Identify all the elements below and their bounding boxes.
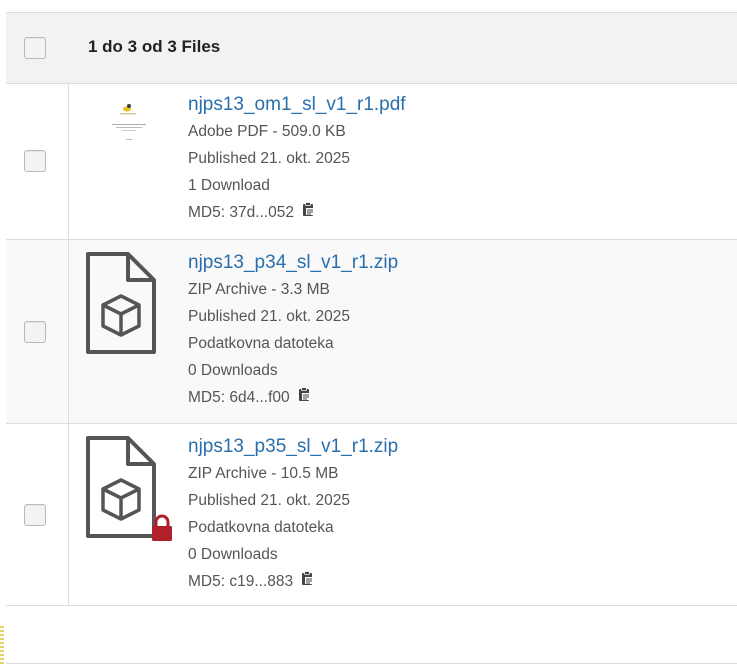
file-info: njps13_p34_sl_v1_r1.zip ZIP Archive - 3.… xyxy=(188,250,398,411)
file-info: njps13_p35_sl_v1_r1.zip ZIP Archive - 10… xyxy=(188,434,398,595)
file-published: Published 21. okt. 2025 xyxy=(188,150,351,167)
files-table: 1 do 3 od 3 Files njps13_om1_sl_v1_r1.pd… xyxy=(6,12,737,606)
file-type-size: ZIP Archive - 3.3 MB xyxy=(188,281,330,298)
md5-value: MD5: 6d4...f00 xyxy=(188,389,290,406)
lock-icon xyxy=(152,514,172,541)
table-footer xyxy=(6,603,737,664)
row-checkbox[interactable] xyxy=(24,321,46,343)
table-row: njps13_p35_sl_v1_r1.zip ZIP Archive - 10… xyxy=(6,424,737,606)
checkbox-cell xyxy=(6,424,69,605)
resize-handle[interactable] xyxy=(0,626,4,664)
table-row: njps13_p34_sl_v1_r1.zip ZIP Archive - 3.… xyxy=(6,240,737,424)
file-info: njps13_om1_sl_v1_r1.pdf Adobe PDF - 509.… xyxy=(188,92,406,226)
file-name-link[interactable]: njps13_p35_sl_v1_r1.zip xyxy=(188,434,398,460)
file-md5: MD5: 6d4...f00 xyxy=(188,384,312,411)
pdf-thumbnail[interactable] xyxy=(82,98,168,163)
checkbox-cell xyxy=(6,240,69,423)
file-md5: MD5: c19...883 xyxy=(188,568,315,595)
row-checkbox[interactable] xyxy=(24,150,46,172)
select-all-checkbox[interactable] xyxy=(24,37,46,59)
file-downloads: 0 Downloads xyxy=(188,362,278,379)
table-header: 1 do 3 od 3 Files xyxy=(6,13,737,84)
file-md5: MD5: 37d...052 xyxy=(188,199,316,226)
file-name-link[interactable]: njps13_p34_sl_v1_r1.zip xyxy=(188,250,398,276)
table-row: njps13_om1_sl_v1_r1.pdf Adobe PDF - 509.… xyxy=(6,84,737,240)
file-description: Podatkovna datoteka xyxy=(188,335,334,352)
file-published: Published 21. okt. 2025 xyxy=(188,308,351,325)
results-count-title: 1 do 3 od 3 Files xyxy=(88,37,221,56)
file-description: Podatkovna datoteka xyxy=(188,519,334,536)
clipboard-icon[interactable] xyxy=(299,568,315,595)
zip-archive-icon[interactable] xyxy=(82,434,172,549)
row-checkbox[interactable] xyxy=(24,504,46,526)
clipboard-icon[interactable] xyxy=(300,199,316,226)
file-type-size: Adobe PDF - 509.0 KB xyxy=(188,123,346,140)
file-name-link[interactable]: njps13_om1_sl_v1_r1.pdf xyxy=(188,92,406,118)
file-downloads: 0 Downloads xyxy=(188,546,278,563)
zip-archive-icon[interactable] xyxy=(82,250,158,361)
md5-value: MD5: 37d...052 xyxy=(188,204,294,221)
checkbox-cell xyxy=(6,84,69,239)
clipboard-icon[interactable] xyxy=(296,384,312,411)
file-published: Published 21. okt. 2025 xyxy=(188,492,351,509)
md5-value: MD5: c19...883 xyxy=(188,573,294,590)
file-type-size: ZIP Archive - 10.5 MB xyxy=(188,465,339,482)
file-downloads: 1 Download xyxy=(188,177,270,194)
